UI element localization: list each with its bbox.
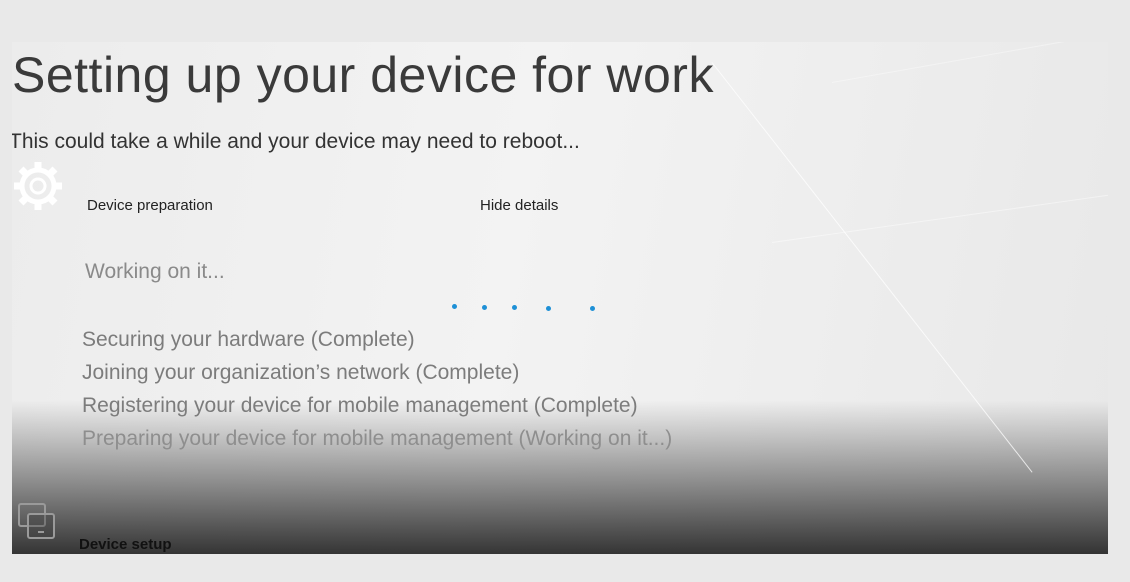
page-title: Setting up your device for work bbox=[12, 47, 714, 103]
device-preparation-label: Device preparation bbox=[87, 197, 213, 214]
screen-glare bbox=[831, 42, 1108, 83]
page-subtitle: This could take a while and your device … bbox=[12, 130, 580, 153]
hide-details-link[interactable]: Hide details bbox=[480, 197, 558, 214]
device-setup-label: Device setup bbox=[79, 536, 172, 553]
screen-glare bbox=[711, 62, 1033, 473]
device-icon bbox=[18, 503, 55, 539]
progress-dot bbox=[452, 304, 457, 309]
list-item: Preparing your device for mobile managem… bbox=[82, 427, 673, 450]
progress-dot bbox=[590, 306, 595, 311]
setup-screen: Setting up your device for work This cou… bbox=[12, 42, 1108, 554]
gear-icon bbox=[14, 162, 62, 210]
preparation-status: Working on it... bbox=[85, 260, 225, 283]
list-item: Securing your hardware (Complete) bbox=[82, 328, 415, 351]
list-item: Joining your organization’s network (Com… bbox=[82, 361, 520, 384]
list-item: Registering your device for mobile manag… bbox=[82, 394, 638, 417]
preparation-steps-list: Securing your hardware (Complete) Joinin… bbox=[82, 323, 672, 455]
progress-dots bbox=[452, 300, 612, 314]
progress-dot bbox=[482, 305, 487, 310]
progress-dot bbox=[512, 305, 517, 310]
progress-dot bbox=[546, 306, 551, 311]
